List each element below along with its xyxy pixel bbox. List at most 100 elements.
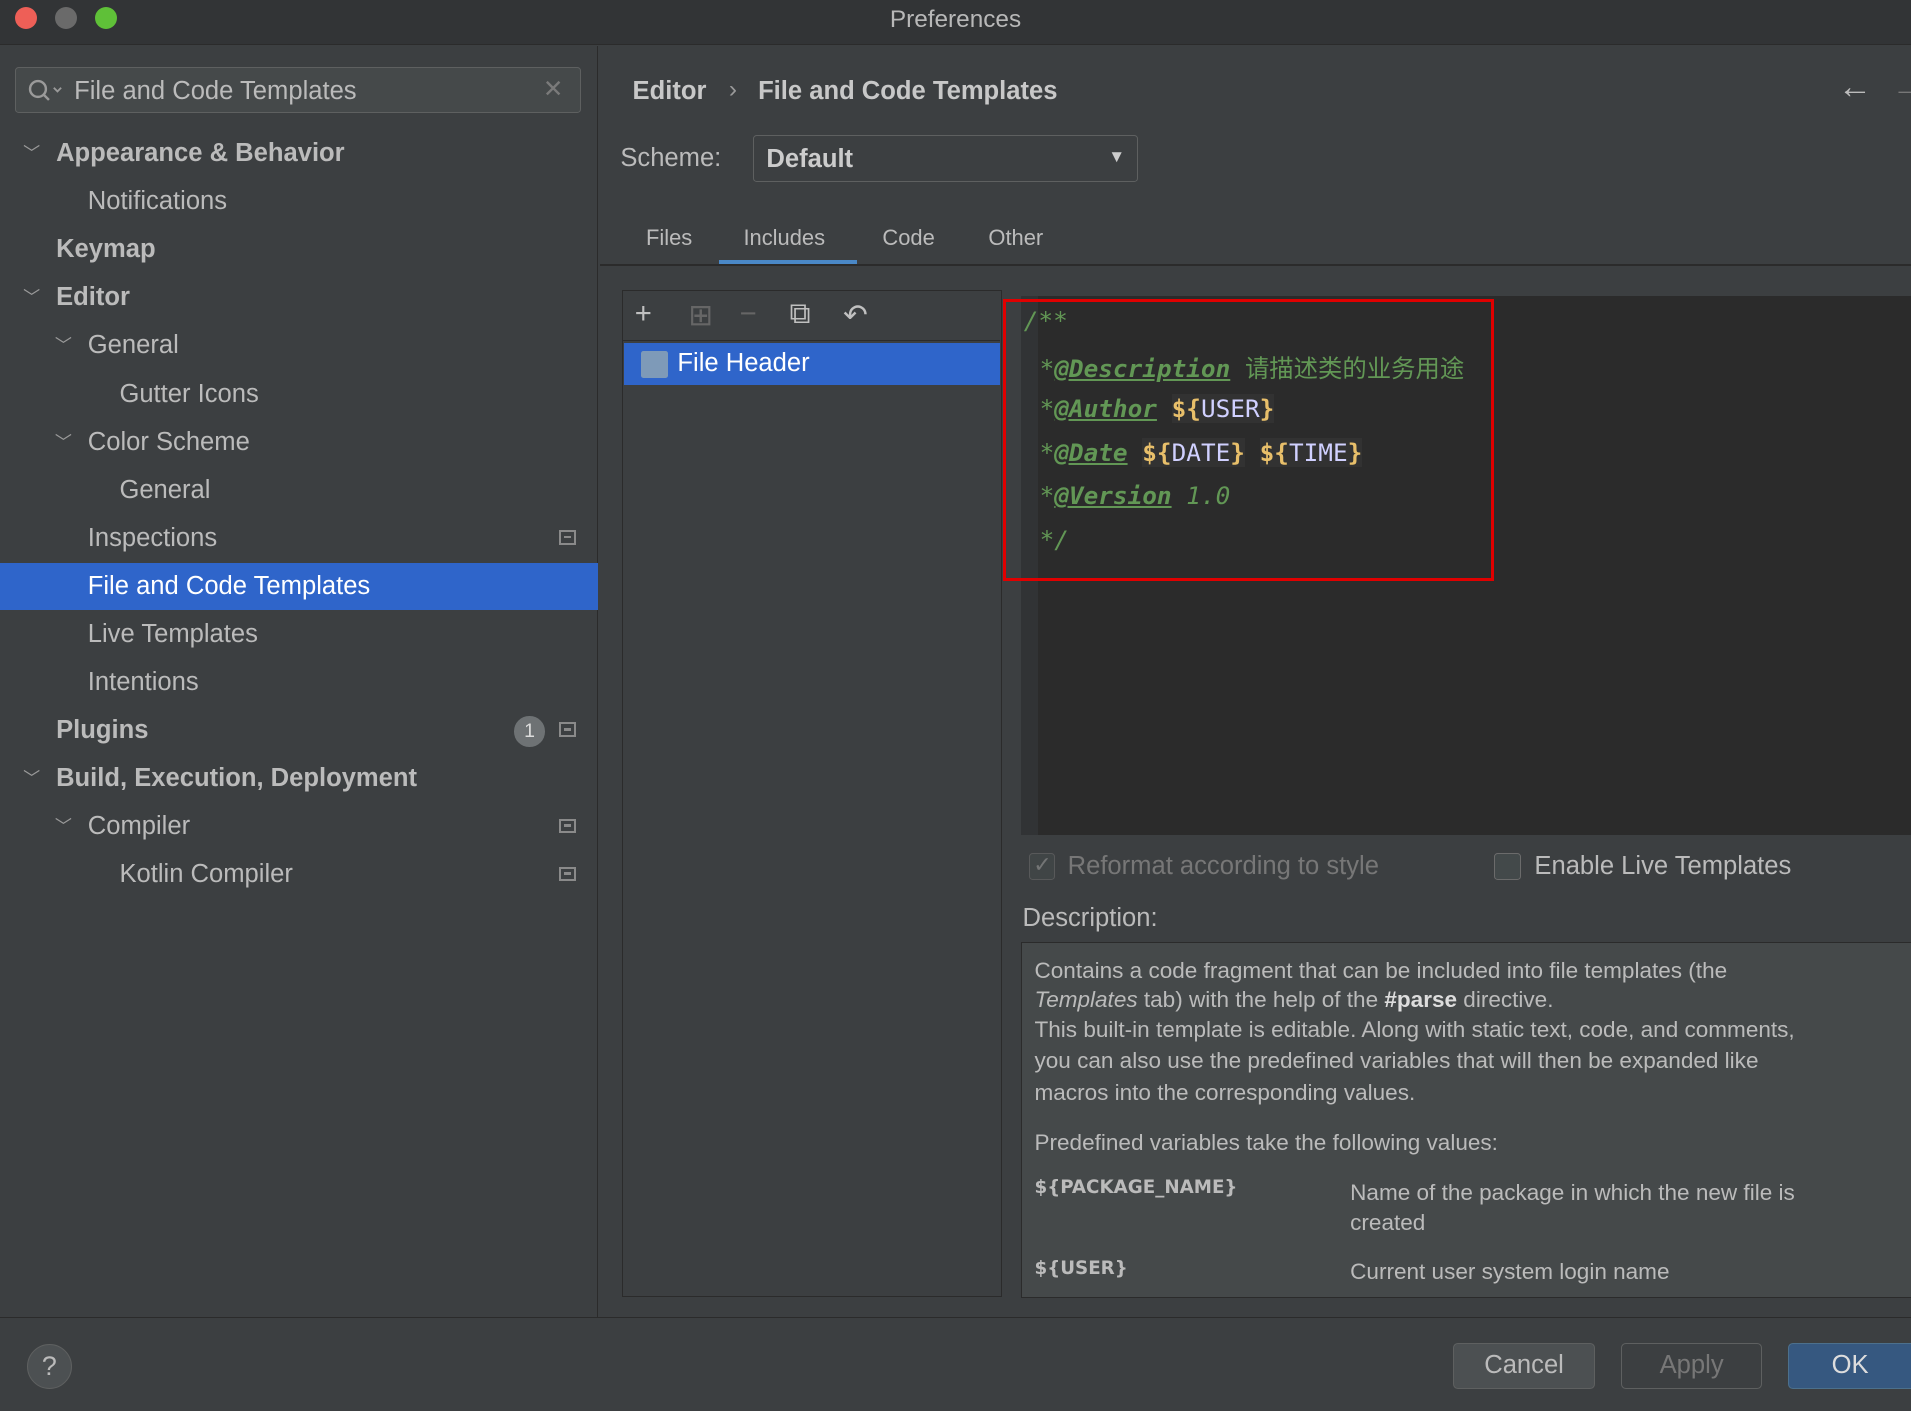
settings-sidebar: File and Code Templates ✕ ﹀ Appearance & … xyxy=(0,46,599,1318)
sidebar-item[interactable]: General xyxy=(0,467,598,515)
tab-other[interactable]: Other xyxy=(988,225,1043,251)
sidebar-item-label: Plugins xyxy=(56,715,149,744)
tab-code[interactable]: Code xyxy=(882,225,934,251)
window-title: Preferences xyxy=(889,6,1022,33)
sidebar-item-label: Inspections xyxy=(87,523,218,552)
sidebar-item-label: Intentions xyxy=(87,667,199,696)
parse-keyword: #parse xyxy=(1384,986,1458,1012)
description-line: Predefined variables take the following … xyxy=(1034,1129,1498,1155)
tabs-divider xyxy=(599,264,1911,266)
breadcrumb-current: File and Code Templates xyxy=(758,76,1058,105)
variable-description: created xyxy=(1350,1210,1426,1235)
variable-name: ${PACKAGE_NAME} xyxy=(1034,1177,1238,1199)
project-settings-icon xyxy=(559,530,577,546)
search-icon xyxy=(28,79,62,101)
sidebar-item[interactable]: Live Templates xyxy=(0,611,598,659)
tab-files[interactable]: Files xyxy=(646,225,692,251)
reformat-checkbox[interactable]: ✓ xyxy=(1028,852,1056,880)
text: directive. xyxy=(1457,986,1554,1012)
sidebar-item[interactable]: ﹀ Color Scheme xyxy=(0,419,598,467)
enable-live-templates-checkbox[interactable] xyxy=(1494,853,1521,880)
sidebar-item[interactable]: File and Code Templates xyxy=(0,562,599,611)
reformat-label: Reformat according to style xyxy=(1067,851,1379,880)
description-line: macros into the corresponding values. xyxy=(1034,1079,1416,1105)
list-item-file-header[interactable]: File Header xyxy=(623,343,1001,385)
description-label: Description: xyxy=(1022,904,1158,933)
scheme-dropdown[interactable]: Default ▼ xyxy=(753,135,1139,182)
main-panel: Editor › File and Code Templates ← → Sch… xyxy=(599,46,1911,1317)
sidebar-item-label: Editor xyxy=(56,283,130,312)
preferences-window: Preferences File and Code Templates ✕ ﹀ A… xyxy=(0,0,1911,1411)
sidebar-item-label: General xyxy=(119,475,211,504)
sidebar-item[interactable]: Keymap xyxy=(0,226,598,274)
scheme-label: Scheme: xyxy=(620,143,722,172)
templates-emphasis: Templates xyxy=(1034,986,1138,1012)
back-arrow-icon[interactable]: ← xyxy=(1838,68,1872,107)
breadcrumb-separator-icon: › xyxy=(728,75,737,103)
breadcrumb-parent[interactable]: Editor xyxy=(633,77,707,106)
chevron-down-icon[interactable]: ﹀ xyxy=(55,803,72,851)
apply-button[interactable]: Apply xyxy=(1620,1342,1763,1390)
list-toolbar: + ⊞ − ⧉ ↶ xyxy=(622,291,1001,342)
variable-description: Name of the package in which the new fil… xyxy=(1350,1179,1795,1205)
clear-search-icon[interactable]: ✕ xyxy=(543,74,563,104)
enable-live-templates-label: Enable Live Templates xyxy=(1534,851,1792,880)
ok-button[interactable]: OK xyxy=(1787,1342,1911,1390)
project-settings-icon xyxy=(559,866,577,882)
sidebar-item-label: General xyxy=(87,331,179,360)
chevron-down-icon[interactable]: ﹀ xyxy=(55,419,72,467)
variable-name: ${USER} xyxy=(1034,1257,1128,1279)
add-child-icon[interactable]: ⊞ xyxy=(688,298,713,333)
sidebar-item[interactable]: Gutter Icons xyxy=(0,371,598,419)
close-window-button[interactable] xyxy=(14,7,37,30)
sidebar-item[interactable]: Kotlin Compiler xyxy=(0,851,598,899)
sidebar-item-label: Color Scheme xyxy=(87,427,250,456)
list-item-label: File Header xyxy=(677,349,810,378)
sidebar-item-label: Kotlin Compiler xyxy=(119,859,293,888)
dialog-footer: ? Cancel Apply OK xyxy=(0,1317,1911,1411)
chevron-down-icon[interactable]: ﹀ xyxy=(23,274,40,322)
sidebar-item[interactable]: Intentions xyxy=(0,659,598,707)
file-template-icon xyxy=(640,350,668,378)
title-bar: Preferences xyxy=(0,0,1911,46)
project-settings-icon xyxy=(559,818,577,834)
variable-description: Current user system login name xyxy=(1350,1258,1670,1284)
sidebar-item-label: Gutter Icons xyxy=(119,379,259,408)
forward-arrow-icon[interactable]: → xyxy=(1892,68,1911,107)
search-input[interactable]: File and Code Templates ✕ xyxy=(14,67,582,114)
sidebar-item[interactable]: ﹀ Editor xyxy=(0,274,598,322)
tab-includes[interactable]: Includes xyxy=(743,225,825,251)
minimize-window-button[interactable] xyxy=(54,7,77,30)
chevron-down-icon[interactable]: ﹀ xyxy=(55,322,72,370)
sidebar-item[interactable]: ﹀ General xyxy=(0,322,598,370)
sidebar-item[interactable]: ﹀ Compiler xyxy=(0,803,598,851)
description-line: This built-in template is editable. Alon… xyxy=(1034,1017,1795,1043)
project-settings-icon xyxy=(559,722,577,738)
sidebar-item-label: Live Templates xyxy=(87,619,258,648)
sidebar-item[interactable]: ﹀ Appearance & Behavior xyxy=(0,130,598,178)
chevron-down-icon[interactable]: ﹀ xyxy=(23,755,40,803)
sidebar-item-label: File and Code Templates xyxy=(87,571,371,600)
text: tab) with the help of the xyxy=(1137,986,1385,1012)
sidebar-item-label: Notifications xyxy=(87,187,228,216)
cancel-button[interactable]: Cancel xyxy=(1452,1342,1596,1390)
sidebar-item-label: Appearance & Behavior xyxy=(56,139,345,168)
chevron-down-icon[interactable]: ﹀ xyxy=(23,130,40,178)
selected-tab-indicator xyxy=(719,259,857,265)
sidebar-item-label: Build, Execution, Deployment xyxy=(56,763,418,792)
sidebar-item[interactable]: Inspections xyxy=(0,515,598,563)
reset-icon[interactable]: ↶ xyxy=(843,298,868,333)
scheme-value: Default xyxy=(766,144,854,173)
templates-list-panel: + ⊞ − ⧉ ↶ File Header xyxy=(621,290,1002,1297)
sidebar-item[interactable]: ﹀ Build, Execution, Deployment xyxy=(0,755,598,803)
description-line: Contains a code fragment that can be inc… xyxy=(1034,957,1728,983)
help-button[interactable]: ? xyxy=(26,1344,72,1390)
copy-icon[interactable]: ⧉ xyxy=(790,298,811,331)
update-count-badge: 1 xyxy=(514,716,545,747)
add-icon[interactable]: + xyxy=(635,298,652,331)
remove-icon[interactable]: − xyxy=(740,298,757,331)
sidebar-item[interactable]: Notifications xyxy=(0,178,598,226)
sidebar-item-label: Keymap xyxy=(56,235,156,264)
description-box: Contains a code fragment that can be inc… xyxy=(1021,942,1911,1298)
sidebar-item[interactable]: Plugins 1 xyxy=(0,707,598,755)
